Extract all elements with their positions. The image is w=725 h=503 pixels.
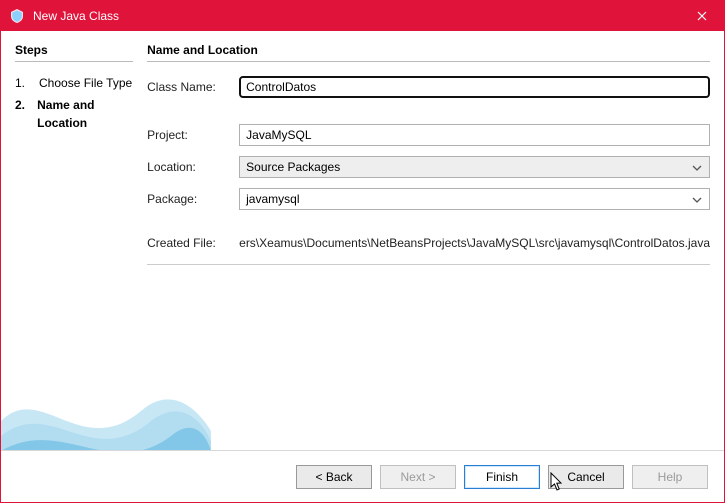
step-item: 2. Name and Location bbox=[15, 94, 133, 134]
location-value: Source Packages bbox=[246, 160, 340, 174]
next-button: Next > bbox=[380, 465, 456, 489]
package-label: Package: bbox=[147, 192, 233, 206]
form-panel: Name and Location Class Name: Project: L… bbox=[147, 43, 710, 451]
steps-panel: Steps 1. Choose File Type 2. Name and Lo… bbox=[15, 43, 133, 451]
created-file-label: Created File: bbox=[147, 236, 233, 250]
window-title: New Java Class bbox=[33, 9, 679, 23]
location-row: Location: Source Packages bbox=[147, 156, 710, 178]
step-number: 1. bbox=[15, 74, 29, 92]
cancel-button[interactable]: Cancel bbox=[548, 465, 624, 489]
location-label: Location: bbox=[147, 160, 233, 174]
back-button[interactable]: < Back bbox=[296, 465, 372, 489]
app-icon bbox=[9, 8, 25, 24]
class-name-label: Class Name: bbox=[147, 80, 233, 94]
section-divider bbox=[147, 264, 710, 265]
titlebar: New Java Class bbox=[1, 1, 724, 31]
form-rows: Class Name: Project: Location: Source Pa… bbox=[147, 76, 710, 250]
project-row: Project: bbox=[147, 124, 710, 146]
step-label: Choose File Type bbox=[39, 74, 132, 92]
package-row: Package: javamysql bbox=[147, 188, 710, 210]
chevron-down-icon bbox=[689, 192, 705, 206]
chevron-down-icon bbox=[689, 160, 705, 174]
step-label: Name and Location bbox=[37, 96, 133, 132]
class-name-input[interactable] bbox=[239, 76, 710, 98]
created-file-row: Created File: ers\Xeamus\Documents\NetBe… bbox=[147, 236, 710, 250]
finish-button[interactable]: Finish bbox=[464, 465, 540, 489]
package-value: javamysql bbox=[246, 192, 299, 206]
close-button[interactable] bbox=[679, 1, 724, 31]
project-label: Project: bbox=[147, 128, 233, 142]
steps-heading: Steps bbox=[15, 43, 133, 62]
panel-heading: Name and Location bbox=[147, 43, 710, 62]
steps-list: 1. Choose File Type 2. Name and Location bbox=[15, 72, 133, 134]
step-item: 1. Choose File Type bbox=[15, 72, 133, 94]
step-number: 2. bbox=[15, 96, 27, 132]
help-button: Help bbox=[632, 465, 708, 489]
created-file-value: ers\Xeamus\Documents\NetBeansProjects\Ja… bbox=[239, 236, 710, 250]
content-area: Steps 1. Choose File Type 2. Name and Lo… bbox=[1, 31, 724, 451]
button-bar: < Back Next > Finish Cancel Help bbox=[1, 450, 724, 502]
package-combobox[interactable]: javamysql bbox=[239, 188, 710, 210]
project-field bbox=[239, 124, 710, 146]
location-select[interactable]: Source Packages bbox=[239, 156, 710, 178]
class-name-row: Class Name: bbox=[147, 76, 710, 98]
